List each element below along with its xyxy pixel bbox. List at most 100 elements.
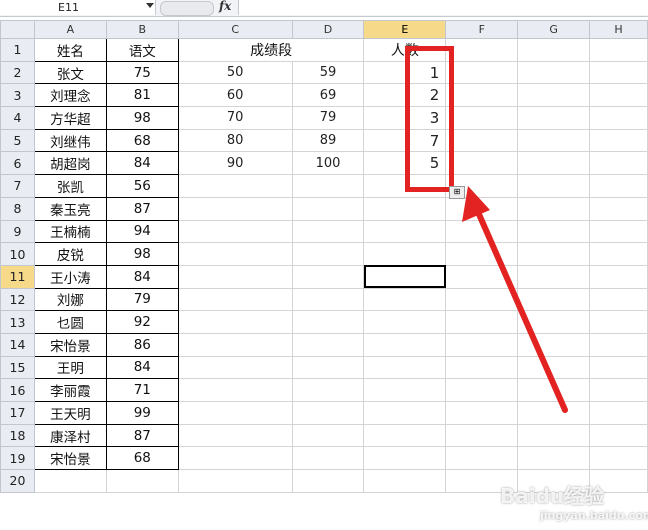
student-name[interactable]: 胡超岗 — [33, 151, 107, 176]
cell[interactable] — [445, 287, 519, 312]
cell[interactable] — [517, 242, 591, 266]
cell[interactable] — [589, 355, 648, 380]
student-name[interactable]: 王天明 — [33, 401, 107, 425]
band-low[interactable]: 50 — [177, 60, 293, 85]
row-header[interactable]: 2 — [0, 60, 35, 85]
cell[interactable] — [177, 242, 293, 266]
student-score[interactable]: 79 — [105, 287, 179, 312]
cell[interactable] — [589, 128, 648, 153]
student-name[interactable]: 王小涛 — [33, 264, 107, 289]
student-score[interactable]: 87 — [105, 423, 179, 448]
student-name[interactable]: 宋怡景 — [33, 332, 107, 357]
cell[interactable] — [517, 378, 591, 402]
cell[interactable] — [445, 332, 519, 357]
cell[interactable] — [589, 378, 648, 402]
cell[interactable] — [291, 219, 365, 244]
student-score[interactable]: 81 — [105, 83, 179, 108]
cell[interactable] — [445, 310, 519, 334]
cell[interactable] — [517, 174, 591, 198]
cell-b1[interactable]: 语文 — [105, 38, 179, 62]
cell[interactable] — [445, 219, 519, 244]
cell[interactable] — [517, 310, 591, 334]
row-header[interactable]: 1 — [0, 38, 35, 62]
formula-input[interactable] — [238, 0, 648, 15]
cell[interactable] — [177, 469, 293, 493]
row-header[interactable]: 16 — [0, 378, 35, 402]
band-high[interactable]: 69 — [291, 83, 365, 108]
cell[interactable] — [445, 83, 519, 108]
cell[interactable] — [445, 264, 519, 289]
cell[interactable] — [291, 446, 365, 471]
student-name[interactable]: 皮锐 — [33, 242, 107, 266]
cell[interactable] — [363, 219, 447, 244]
cell[interactable] — [517, 287, 591, 312]
cell[interactable] — [363, 196, 447, 221]
student-score[interactable]: 99 — [105, 401, 179, 425]
cell[interactable] — [291, 355, 365, 380]
cell[interactable] — [177, 219, 293, 244]
student-score[interactable]: 92 — [105, 310, 179, 334]
cell[interactable] — [517, 355, 591, 380]
cell[interactable] — [363, 310, 447, 334]
row-header[interactable]: 10 — [0, 242, 35, 266]
cell[interactable] — [517, 151, 591, 176]
cell[interactable] — [517, 401, 591, 425]
cell[interactable] — [291, 287, 365, 312]
student-name[interactable]: 康泽村 — [33, 423, 107, 448]
cell[interactable] — [291, 423, 365, 448]
row-header[interactable]: 6 — [0, 151, 35, 176]
cell[interactable] — [517, 446, 591, 471]
cell[interactable] — [517, 332, 591, 357]
cell[interactable] — [517, 264, 591, 289]
band-count[interactable]: 3 — [363, 106, 447, 130]
row-header[interactable]: 11 — [0, 264, 35, 289]
cell[interactable] — [291, 174, 365, 198]
column-header-b[interactable]: B — [105, 20, 179, 39]
student-score[interactable]: 68 — [105, 128, 179, 153]
cell-c1[interactable]: 成绩段 — [177, 38, 365, 62]
cell[interactable] — [445, 242, 519, 266]
band-count[interactable]: 5 — [363, 151, 447, 176]
cell[interactable] — [291, 310, 365, 334]
student-score[interactable]: 71 — [105, 378, 179, 402]
student-score[interactable]: 84 — [105, 264, 179, 289]
auto-fill-options-icon[interactable]: ⊞ — [449, 186, 465, 199]
row-header[interactable]: 18 — [0, 423, 35, 448]
cell[interactable] — [589, 446, 648, 471]
cell[interactable] — [517, 196, 591, 221]
student-name[interactable]: 张文 — [33, 60, 107, 85]
formula-buttons[interactable] — [160, 1, 214, 16]
cell[interactable] — [177, 446, 293, 471]
student-score[interactable]: 68 — [105, 446, 179, 471]
row-header[interactable]: 15 — [0, 355, 35, 380]
student-name[interactable]: 王明 — [33, 355, 107, 380]
cell[interactable] — [363, 287, 447, 312]
student-score[interactable]: 75 — [105, 60, 179, 85]
cell[interactable] — [177, 378, 293, 402]
student-score[interactable]: 98 — [105, 106, 179, 130]
row-header[interactable]: 17 — [0, 401, 35, 425]
cell[interactable] — [445, 106, 519, 130]
cell[interactable] — [363, 423, 447, 448]
cell[interactable] — [363, 242, 447, 266]
cell[interactable] — [291, 196, 365, 221]
student-name[interactable]: 宋怡景 — [33, 446, 107, 471]
cell[interactable] — [445, 38, 519, 62]
row-header[interactable]: 9 — [0, 219, 35, 244]
cell[interactable] — [291, 401, 365, 425]
cell[interactable] — [291, 378, 365, 402]
student-score[interactable]: 56 — [105, 174, 179, 198]
band-low[interactable]: 90 — [177, 151, 293, 176]
student-score[interactable]: 84 — [105, 151, 179, 176]
student-score[interactable]: 86 — [105, 332, 179, 357]
row-header[interactable]: 8 — [0, 196, 35, 221]
cell[interactable] — [517, 219, 591, 244]
cell[interactable] — [589, 60, 648, 85]
cell[interactable] — [589, 196, 648, 221]
cell[interactable] — [177, 401, 293, 425]
cell[interactable] — [445, 401, 519, 425]
band-high[interactable]: 89 — [291, 128, 365, 153]
row-header[interactable]: 7 — [0, 174, 35, 198]
cell[interactable] — [177, 332, 293, 357]
cell[interactable] — [177, 423, 293, 448]
